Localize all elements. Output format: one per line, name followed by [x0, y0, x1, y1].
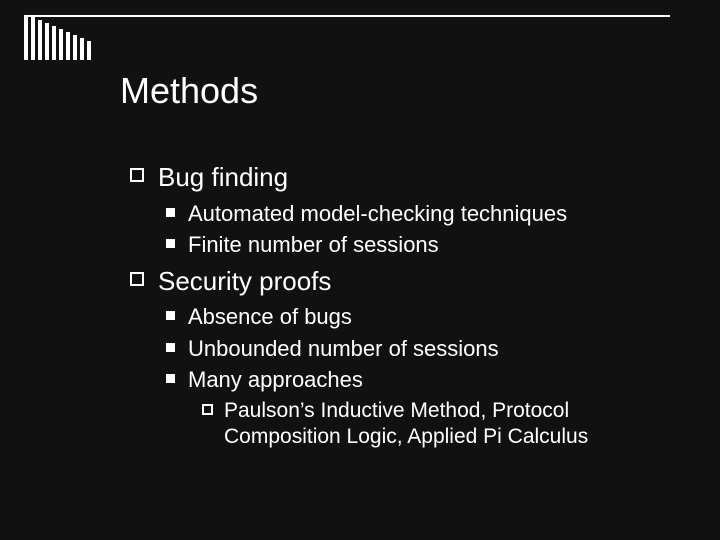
bar-icon — [66, 32, 70, 60]
slide-title: Methods — [120, 70, 258, 112]
bar-icon — [52, 26, 56, 60]
bullet-level3: Paulson’s Inductive Method, Protocol Com… — [202, 398, 660, 451]
slide: Methods Bug finding Automated model-chec… — [0, 0, 720, 540]
bar-icon — [31, 17, 35, 60]
bullet-level2: Automated model-checking techniques — [166, 200, 660, 228]
bar-icon — [80, 38, 84, 60]
bullet-level2: Unbounded number of sessions — [166, 335, 660, 363]
bar-icon — [24, 15, 28, 60]
bullet-level2: Finite number of sessions — [166, 231, 660, 259]
bullet-level1: Security proofs — [130, 265, 660, 298]
bar-icon — [73, 35, 77, 60]
slide-content: Bug finding Automated model-checking tec… — [130, 155, 660, 454]
bullet-level1: Bug finding — [130, 161, 660, 194]
decorative-bars — [24, 15, 91, 60]
bar-icon — [45, 23, 49, 60]
horizontal-rule — [24, 15, 670, 17]
bullet-level2: Many approaches — [166, 366, 660, 394]
bar-icon — [59, 29, 63, 60]
bar-icon — [38, 20, 42, 60]
bullet-level2: Absence of bugs — [166, 303, 660, 331]
bar-icon — [87, 41, 91, 60]
